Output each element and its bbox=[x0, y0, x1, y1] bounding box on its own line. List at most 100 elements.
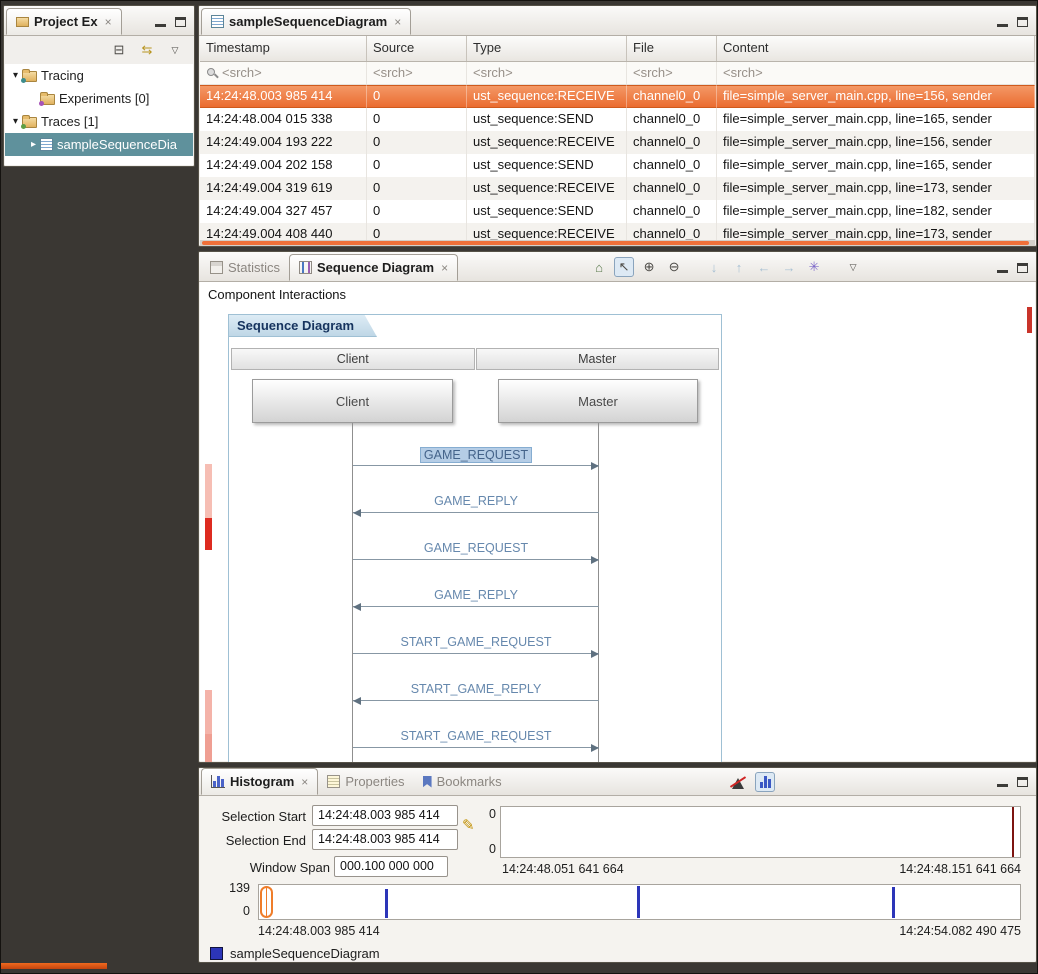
link-with-editor-icon[interactable]: ⇆ bbox=[138, 41, 156, 59]
cell-timestamp: 14:24:49.004 202 158 bbox=[200, 154, 367, 177]
filter-field-file[interactable]: <srch> bbox=[633, 64, 673, 82]
tab-histogram[interactable]: Histogram × bbox=[201, 768, 318, 795]
sequence-canvas[interactable]: Component Interactions Sequence Diagram … bbox=[200, 282, 1035, 761]
tab-project-explorer[interactable]: Project Ex × bbox=[6, 8, 122, 35]
sequence-tabbar: Statistics Sequence Diagram × ⌂ ↖ ⊕ ⊖ ↓ … bbox=[199, 252, 1036, 282]
column-header-file[interactable]: File bbox=[627, 36, 717, 61]
sequence-message[interactable]: START_GAME_REPLY bbox=[353, 682, 599, 701]
table-row[interactable]: 14:24:49.004 319 619 0 ust_sequence:RECE… bbox=[200, 177, 1035, 200]
message-label: GAME_REQUEST bbox=[420, 447, 532, 463]
tree-item-label: Experiments [0] bbox=[59, 91, 149, 106]
tab-bookmarks[interactable]: Bookmarks bbox=[414, 768, 511, 795]
overview-ruler[interactable] bbox=[205, 460, 212, 763]
events-filter-row[interactable]: <srch> <srch> <srch> <srch> <srch> bbox=[200, 62, 1035, 85]
sequence-message[interactable]: GAME_REQUEST bbox=[353, 447, 599, 466]
explorer-tabbar: Project Ex × bbox=[4, 6, 194, 36]
collapse-all-icon[interactable]: ⊟ bbox=[110, 41, 128, 59]
hide-lost-events-icon[interactable] bbox=[730, 776, 746, 789]
tab-properties[interactable]: Properties bbox=[318, 768, 413, 795]
table-row[interactable]: 14:24:48.004 015 338 0 ust_sequence:SEND… bbox=[200, 108, 1035, 131]
time-range-chart[interactable] bbox=[500, 806, 1021, 858]
ruler-marker[interactable] bbox=[205, 690, 212, 734]
cell-type: ust_sequence:SEND bbox=[467, 154, 627, 177]
filter-icon[interactable]: ✳ bbox=[805, 258, 823, 276]
tree-item-tracing[interactable]: ▾ Tracing bbox=[5, 64, 193, 87]
lifeline-client[interactable]: Client bbox=[252, 379, 453, 423]
home-icon[interactable]: ⌂ bbox=[590, 258, 608, 276]
time-range-cursor[interactable] bbox=[1012, 807, 1014, 857]
right-ruler-marker[interactable] bbox=[1027, 307, 1032, 333]
tab-statistics[interactable]: Statistics bbox=[201, 254, 289, 281]
table-row[interactable]: 14:24:48.003 985 414 0 ust_sequence:RECE… bbox=[200, 85, 1035, 108]
go-up-icon[interactable]: ↑ bbox=[730, 258, 748, 276]
lifeline-header-master[interactable]: Master bbox=[476, 348, 720, 370]
properties-icon bbox=[327, 775, 340, 788]
message-arrow bbox=[353, 512, 599, 513]
scrollbar-thumb[interactable] bbox=[202, 241, 1029, 245]
go-right-icon[interactable]: → bbox=[780, 258, 798, 276]
view-menu-icon[interactable]: ▽ bbox=[844, 258, 862, 276]
table-row[interactable]: 14:24:49.004 202 158 0 ust_sequence:SEND… bbox=[200, 154, 1035, 177]
minimized-view-strip[interactable] bbox=[1, 963, 107, 969]
selection-start-field[interactable]: 14:24:48.003 985 414 bbox=[312, 805, 458, 826]
filter-field-source[interactable]: <srch> bbox=[373, 64, 413, 82]
tree-item-traces[interactable]: ▾ Traces [1] bbox=[5, 110, 193, 133]
trace-icon bbox=[40, 138, 53, 151]
table-row[interactable]: 14:24:49.004 193 222 0 ust_sequence:RECE… bbox=[200, 131, 1035, 154]
minimize-icon[interactable] bbox=[997, 24, 1008, 27]
maximize-icon[interactable] bbox=[1017, 263, 1028, 273]
sequence-message[interactable]: GAME_REPLY bbox=[353, 494, 599, 513]
column-header-type[interactable]: Type bbox=[467, 36, 627, 61]
cell-timestamp: 14:24:49.004 193 222 bbox=[200, 131, 367, 154]
sequence-message[interactable]: START_GAME_REQUEST bbox=[353, 729, 599, 748]
sequence-message[interactable]: START_GAME_REQUEST bbox=[353, 635, 599, 654]
cell-type: ust_sequence:RECEIVE bbox=[467, 177, 627, 200]
zoom-out-icon[interactable]: ⊖ bbox=[665, 258, 683, 276]
selection-end-field[interactable]: 14:24:48.003 985 414 bbox=[312, 829, 458, 850]
view-menu-icon[interactable]: ▽ bbox=[166, 41, 184, 59]
close-icon[interactable]: × bbox=[394, 15, 401, 29]
cell-timestamp: 14:24:48.003 985 414 bbox=[200, 85, 367, 108]
column-header-timestamp[interactable]: Timestamp bbox=[200, 36, 367, 61]
close-icon[interactable]: × bbox=[105, 15, 112, 29]
go-down-icon[interactable]: ↓ bbox=[705, 258, 723, 276]
minimize-icon[interactable] bbox=[997, 784, 1008, 787]
close-icon[interactable]: × bbox=[301, 775, 308, 789]
tree-item-experiments[interactable]: Experiments [0] bbox=[5, 87, 193, 110]
maximize-icon[interactable] bbox=[1017, 17, 1028, 27]
close-icon[interactable]: × bbox=[441, 261, 448, 275]
lifeline-header-client[interactable]: Client bbox=[231, 348, 475, 370]
show-histogram-icon[interactable] bbox=[760, 776, 771, 788]
filter-field-type[interactable]: <srch> bbox=[473, 64, 513, 82]
lifeline-master[interactable]: Master bbox=[498, 379, 698, 423]
tab-sequence-diagram[interactable]: Sequence Diagram × bbox=[289, 254, 458, 281]
message-arrow bbox=[353, 465, 599, 466]
maximize-icon[interactable] bbox=[175, 17, 186, 27]
ruler-marker[interactable] bbox=[205, 734, 212, 763]
message-label: GAME_REQUEST bbox=[421, 541, 531, 555]
column-header-source[interactable]: Source bbox=[367, 36, 467, 61]
select-tool-icon[interactable]: ↖ bbox=[615, 258, 633, 276]
table-row[interactable]: 14:24:49.004 327 457 0 ust_sequence:SEND… bbox=[200, 200, 1035, 223]
expander-icon[interactable]: ▸ bbox=[27, 139, 40, 150]
tab-events-samplesequencediagram[interactable]: sampleSequenceDiagram × bbox=[201, 8, 411, 35]
selection-marker[interactable] bbox=[260, 886, 273, 918]
zoom-in-icon[interactable]: ⊕ bbox=[640, 258, 658, 276]
minimize-icon[interactable] bbox=[997, 270, 1008, 273]
sequence-message[interactable]: GAME_REPLY bbox=[353, 588, 599, 607]
full-range-chart[interactable] bbox=[258, 884, 1021, 920]
filter-field-content[interactable]: <srch> bbox=[723, 64, 763, 82]
ruler-marker[interactable] bbox=[205, 464, 212, 520]
tree-item-trace-samplesequencediagram[interactable]: ▸ sampleSequenceDia bbox=[5, 133, 193, 156]
horizontal-scrollbar[interactable] bbox=[200, 240, 1035, 246]
window-span-field[interactable]: 000.100 000 000 bbox=[334, 856, 448, 877]
column-header-content[interactable]: Content bbox=[717, 36, 1035, 61]
sequence-message[interactable]: GAME_REQUEST bbox=[353, 541, 599, 560]
filter-field-timestamp[interactable]: <srch> bbox=[222, 64, 262, 82]
ruler-marker[interactable] bbox=[205, 518, 212, 550]
minimize-icon[interactable] bbox=[155, 24, 166, 27]
go-left-icon[interactable]: ← bbox=[755, 258, 773, 276]
events-tabbar: sampleSequenceDiagram × bbox=[199, 6, 1036, 36]
pin-icon[interactable] bbox=[206, 67, 218, 79]
maximize-icon[interactable] bbox=[1017, 777, 1028, 787]
